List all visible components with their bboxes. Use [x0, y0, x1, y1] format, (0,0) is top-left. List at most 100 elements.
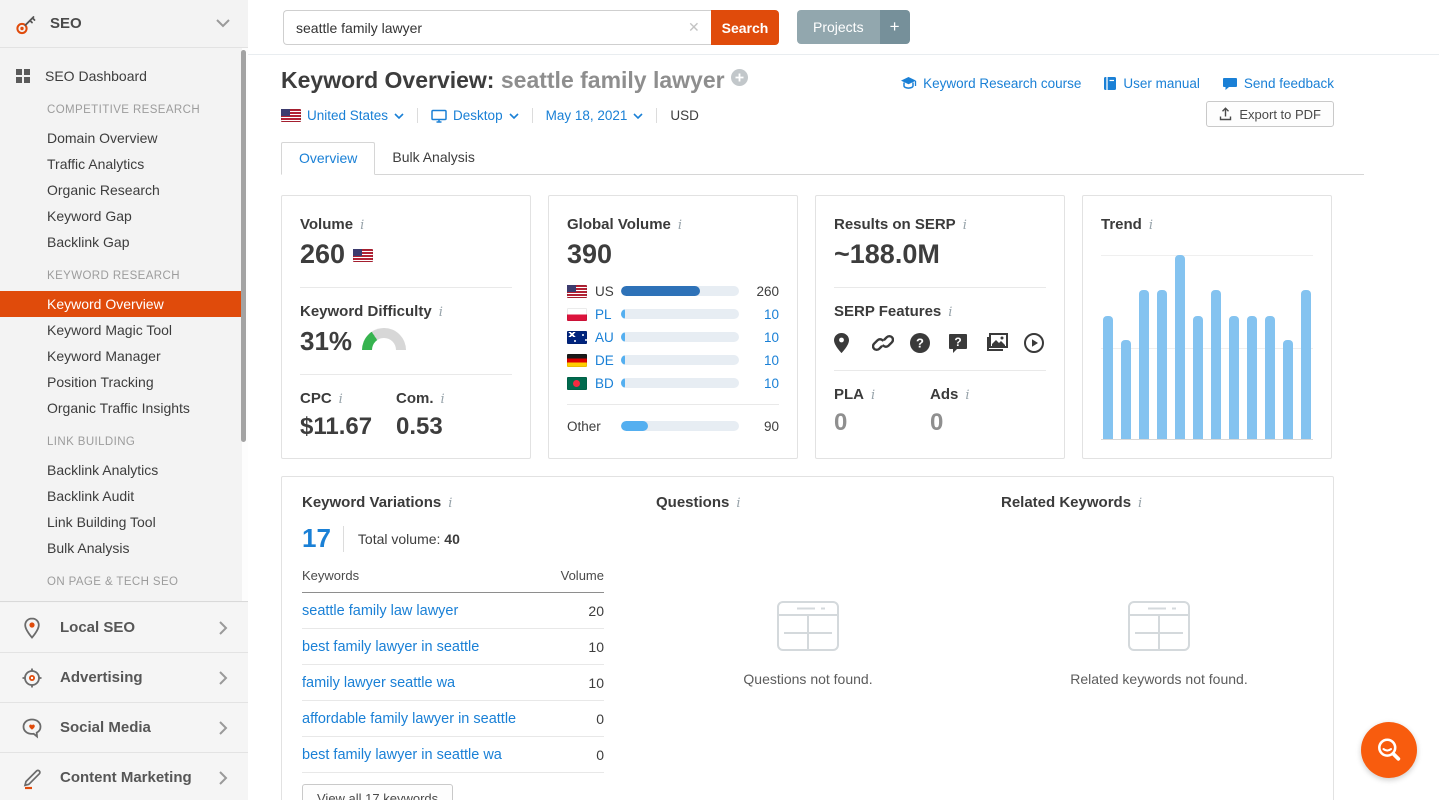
sidebar-group-advertising[interactable]: Advertising: [0, 653, 248, 703]
info-icon[interactable]: i: [1138, 496, 1142, 511]
sidebar-item-position-tracking[interactable]: Position Tracking: [0, 369, 248, 395]
us-flag-icon: [281, 109, 301, 122]
projects-button[interactable]: Projects: [797, 10, 880, 44]
sidebar-item-organic-traffic-insights[interactable]: Organic Traffic Insights: [0, 395, 248, 421]
info-icon[interactable]: i: [441, 392, 445, 407]
chevron-down-icon[interactable]: [216, 19, 230, 28]
column-header-keywords[interactable]: Keywords: [302, 568, 553, 593]
volume-bar: [621, 421, 739, 431]
add-keyword-icon[interactable]: [731, 69, 748, 86]
keyword-link[interactable]: affordable family lawyer in seattle: [302, 711, 516, 727]
keyword-link[interactable]: family lawyer seattle wa: [302, 675, 455, 691]
tab-bulk-analysis[interactable]: Bulk Analysis: [375, 142, 491, 174]
filters-bar: United States Desktop May 18, 2021 USD: [281, 108, 699, 123]
sidebar-scrollbar-thumb[interactable]: [241, 50, 246, 442]
sidebar-item-keyword-magic-tool[interactable]: Keyword Magic Tool: [0, 317, 248, 343]
trend-title: Trendi: [1101, 216, 1313, 233]
serp-features-icons: ??: [834, 333, 1046, 353]
view-all-keywords-button[interactable]: View all 17 keywords: [302, 784, 453, 800]
trend-bar-11: [1283, 340, 1293, 439]
link-keyword-research-course[interactable]: Keyword Research course: [900, 76, 1081, 91]
au-flag-icon: [567, 331, 587, 344]
link-send-feedback[interactable]: Send feedback: [1222, 76, 1334, 91]
info-icon[interactable]: i: [360, 218, 364, 233]
sidebar-item-backlink-gap[interactable]: Backlink Gap: [0, 229, 248, 255]
add-project-button[interactable]: +: [880, 10, 910, 44]
images-icon[interactable]: [986, 333, 1006, 353]
pla-value: 0: [834, 409, 930, 437]
info-icon[interactable]: i: [963, 218, 967, 233]
instant-answer-icon[interactable]: ?: [910, 333, 930, 353]
info-icon[interactable]: i: [448, 496, 452, 511]
topbar: ✕ Search Projects +: [248, 0, 1439, 55]
trend-bar-3: [1139, 290, 1149, 439]
sidebar-nav: SEO DashboardCOMPETITIVE RESEARCHDomain …: [0, 48, 248, 602]
seo-key-icon: [14, 11, 40, 37]
keyword-link[interactable]: seattle family law lawyer: [302, 603, 458, 619]
link-user-manual[interactable]: User manual: [1103, 76, 1200, 91]
sidebar-item-backlink-audit[interactable]: Backlink Audit: [0, 483, 248, 509]
info-icon[interactable]: i: [1149, 218, 1153, 233]
trend-bar-12: [1301, 290, 1311, 439]
info-icon[interactable]: i: [439, 305, 443, 320]
trend-bar-2: [1121, 340, 1131, 439]
sidebar: SEO SEO DashboardCOMPETITIVE RESEARCHDom…: [0, 0, 248, 800]
sidebar-item-domain-overview[interactable]: Domain Overview: [0, 125, 248, 151]
export-to-pdf-button[interactable]: Export to PDF: [1206, 101, 1334, 127]
country-code[interactable]: BD: [595, 376, 621, 391]
tab-overview[interactable]: Overview: [281, 142, 375, 175]
trend-bar-7: [1211, 290, 1221, 439]
local-pack-icon[interactable]: [834, 333, 854, 353]
ads-title: Adsi: [930, 386, 970, 403]
search-button[interactable]: Search: [711, 10, 779, 45]
info-icon[interactable]: i: [948, 305, 952, 320]
country-code[interactable]: PL: [595, 307, 621, 322]
country-code[interactable]: DE: [595, 353, 621, 368]
video-icon[interactable]: [1024, 333, 1044, 353]
people-also-ask-icon[interactable]: ?: [948, 333, 968, 353]
empty-table-icon: [1001, 601, 1317, 653]
sidebar-group-social-media[interactable]: Social Media: [0, 703, 248, 753]
sidebar-item-keyword-manager[interactable]: Keyword Manager: [0, 343, 248, 369]
sidebar-item-organic-research[interactable]: Organic Research: [0, 177, 248, 203]
sidebar-item-seo-dashboard[interactable]: SEO Dashboard: [0, 63, 248, 89]
keyword-link[interactable]: best family lawyer in seattle wa: [302, 747, 502, 763]
clear-search-icon[interactable]: ✕: [688, 19, 700, 36]
sidebar-group-local-seo[interactable]: Local SEO: [0, 603, 248, 653]
volume-bar: [621, 309, 739, 319]
sidebar-item-link-building-tool[interactable]: Link Building Tool: [0, 509, 248, 535]
bd-flag-icon: [567, 377, 587, 390]
divider: [532, 108, 533, 123]
sitelinks-icon[interactable]: [872, 333, 892, 353]
keyword-volume: 10: [553, 665, 604, 701]
volume-value: 90: [739, 419, 779, 434]
trend-bar-5: [1175, 255, 1185, 439]
support-chat-button[interactable]: [1361, 722, 1417, 778]
chevron-right-icon: [219, 671, 228, 685]
chevron-right-icon: [219, 621, 228, 635]
country-filter[interactable]: United States: [281, 108, 404, 123]
volume-bar: [621, 286, 739, 296]
currency-label: USD: [670, 108, 699, 123]
sidebar-item-bulk-analysis[interactable]: Bulk Analysis: [0, 535, 248, 561]
sidebar-item-backlink-analytics[interactable]: Backlink Analytics: [0, 457, 248, 483]
info-icon[interactable]: i: [339, 392, 343, 407]
search-input[interactable]: [283, 10, 711, 45]
sidebar-item-keyword-gap[interactable]: Keyword Gap: [0, 203, 248, 229]
column-header-volume[interactable]: Volume: [553, 568, 604, 593]
date-filter[interactable]: May 18, 2021: [546, 108, 644, 123]
info-icon[interactable]: i: [736, 496, 740, 511]
info-icon[interactable]: i: [678, 218, 682, 233]
info-icon[interactable]: i: [871, 388, 875, 403]
sidebar-item-keyword-overview[interactable]: Keyword Overview: [0, 291, 248, 317]
sidebar-header[interactable]: SEO: [0, 0, 248, 48]
ads-value: 0: [930, 409, 970, 437]
info-icon[interactable]: i: [965, 388, 969, 403]
device-filter[interactable]: Desktop: [431, 108, 519, 123]
divider: [343, 526, 344, 552]
country-code[interactable]: AU: [595, 330, 621, 345]
sidebar-group-content-marketing[interactable]: Content Marketing: [0, 753, 248, 800]
keyword-link[interactable]: best family lawyer in seattle: [302, 639, 479, 655]
sidebar-item-traffic-analytics[interactable]: Traffic Analytics: [0, 151, 248, 177]
global-volume-row-au: AU10: [567, 326, 779, 348]
